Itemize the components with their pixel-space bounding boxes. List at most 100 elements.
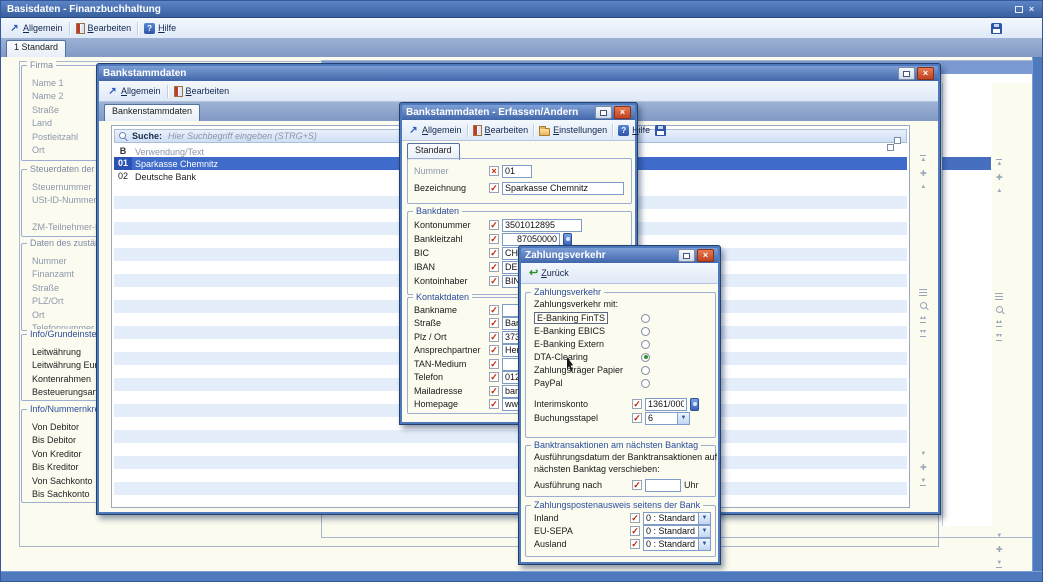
checkbox-active[interactable]	[489, 183, 499, 193]
save-icon[interactable]	[991, 23, 1002, 34]
field-label: Land	[32, 117, 102, 130]
chevron-down-icon[interactable]	[698, 526, 710, 537]
grid-sort-desc-icon[interactable]: ▾▾	[996, 333, 1002, 341]
menu-item-einstellungen[interactable]: Einstellungen	[537, 124, 609, 137]
close-icon[interactable]: ×	[697, 249, 714, 262]
checkbox-active[interactable]	[489, 276, 499, 286]
radio-e-banking-fints[interactable]	[641, 314, 650, 323]
menu-item-allgemein[interactable]: Allgemein	[7, 22, 65, 35]
field-label: Ort	[32, 309, 102, 322]
grid-sort-asc-icon[interactable]: ▴▴	[920, 315, 926, 323]
checkbox-active[interactable]	[489, 399, 499, 409]
scroll-marker-icon[interactable]: ✚	[996, 174, 1003, 181]
spinner-button[interactable]	[690, 398, 699, 411]
back-button[interactable]: Zurück	[527, 267, 571, 280]
checkbox-active[interactable]	[489, 248, 499, 258]
menu-item-bearbeiten[interactable]: Bearbeiten	[172, 85, 232, 98]
checkbox-active[interactable]	[489, 262, 499, 272]
checkbox-active[interactable]	[630, 539, 640, 549]
tab-standard[interactable]: 1 Standard	[6, 40, 66, 57]
checkbox-active[interactable]	[489, 220, 499, 230]
scroll-down-icon[interactable]: ▼	[996, 533, 1002, 539]
spinner-button[interactable]	[563, 233, 572, 246]
checkbox-active[interactable]	[632, 480, 642, 490]
radio-paypal[interactable]	[641, 379, 650, 388]
scroll-marker-icon[interactable]: ✚	[996, 546, 1003, 553]
ausfuehrung-nach-field[interactable]	[645, 479, 681, 492]
checkbox-active[interactable]	[630, 526, 640, 536]
chevron-down-icon[interactable]	[677, 413, 689, 424]
menu-item-hilfe[interactable]: Hilfe	[142, 22, 178, 35]
checkbox-active[interactable]	[489, 359, 499, 369]
radio-dta-clearing[interactable]	[641, 353, 650, 362]
option-label: Zahlungsträger Papier	[534, 365, 623, 375]
record-nav-top[interactable]: ▲ ✚ ▲	[920, 155, 927, 190]
scroll-up-icon[interactable]: ▲	[996, 188, 1002, 194]
record-nav-bottom[interactable]: ▼ ✚ ▼	[920, 451, 927, 486]
scroll-to-top-icon[interactable]: ▲	[920, 155, 926, 163]
bankleitzahl-field[interactable]	[502, 233, 560, 246]
ausland-dropdown[interactable]: 0 : Standard	[643, 538, 711, 551]
menu-item-allgemein[interactable]: Allgemein	[105, 85, 163, 98]
radio-e-banking-extern[interactable]	[641, 340, 650, 349]
field-label: Finanzamt	[32, 268, 102, 281]
checkbox-active[interactable]	[632, 399, 642, 409]
chevron-down-icon[interactable]	[698, 539, 710, 550]
save-icon[interactable]	[655, 125, 666, 136]
scroll-to-bottom-icon[interactable]: ▼	[920, 478, 926, 486]
tab-bankenstammdaten[interactable]: Bankenstammdaten	[104, 104, 200, 121]
checkbox-active[interactable]	[489, 332, 499, 342]
checkbox-active[interactable]	[489, 234, 499, 244]
field-label: Telefon	[414, 372, 486, 382]
scroll-to-top-icon[interactable]: ▲	[996, 159, 1002, 167]
close-icon[interactable]: ×	[1025, 4, 1038, 15]
menu-item-bearbeiten[interactable]: Bearbeiten	[74, 22, 134, 35]
restore-icon[interactable]	[898, 67, 915, 80]
scroll-down-icon[interactable]: ▼	[920, 451, 926, 457]
grid-menu-icon[interactable]	[995, 293, 1003, 300]
buchungsstapel-dropdown[interactable]: 6	[645, 412, 690, 425]
field-label: Leitwährung Euro ab	[32, 359, 102, 372]
checkbox-active[interactable]	[632, 413, 642, 423]
menu-item-hilfe[interactable]: Hilfe	[616, 124, 652, 137]
close-icon[interactable]: ×	[614, 106, 631, 119]
checkbox-active[interactable]	[489, 345, 499, 355]
checkbox-active[interactable]	[489, 372, 499, 382]
checkbox-active[interactable]	[489, 305, 499, 315]
field-label: BIC	[414, 248, 486, 258]
checkbox-locked[interactable]	[489, 166, 499, 176]
group-title: Bankdaten	[413, 206, 462, 217]
nummer-field[interactable]	[502, 165, 532, 178]
column-header-verwendung[interactable]: Verwendung/Text	[132, 147, 204, 157]
close-icon[interactable]: ×	[917, 67, 934, 80]
restore-icon[interactable]	[595, 106, 612, 119]
checkbox-active[interactable]	[630, 513, 640, 523]
grid-menu-icon[interactable]	[919, 289, 927, 296]
checkbox-active[interactable]	[489, 318, 499, 328]
restore-icon[interactable]	[1012, 4, 1025, 15]
record-nav-top[interactable]: ▲ ✚ ▲	[996, 159, 1003, 194]
menu-item-bearbeiten[interactable]: Bearbeiten	[471, 124, 531, 137]
restore-icon[interactable]	[678, 249, 695, 262]
window-title: Zahlungsverkehr	[525, 250, 676, 261]
chevron-down-icon[interactable]	[698, 513, 710, 524]
grid-search-icon[interactable]	[920, 302, 927, 309]
kontonummer-field[interactable]	[502, 219, 582, 232]
radio-e-banking-ebics[interactable]	[641, 327, 650, 336]
record-nav-bottom[interactable]: ▼ ✚ ▼	[996, 533, 1003, 568]
scroll-marker-icon[interactable]: ✚	[920, 464, 927, 471]
scroll-up-icon[interactable]: ▲	[920, 184, 926, 190]
inland-dropdown[interactable]: 0 : Standard	[643, 512, 711, 525]
eu-sepa-dropdown[interactable]: 0 : Standard	[643, 525, 711, 538]
checkbox-active[interactable]	[489, 386, 499, 396]
scroll-marker-icon[interactable]: ✚	[920, 170, 927, 177]
radio-zahlungstraeger-papier[interactable]	[641, 366, 650, 375]
grid-search-icon[interactable]	[996, 306, 1003, 313]
bezeichnung-field[interactable]	[502, 182, 624, 195]
menu-item-allgemein[interactable]: Allgemein	[406, 124, 464, 137]
grid-sort-desc-icon[interactable]: ▾▾	[920, 329, 926, 337]
field-label: Ausland	[534, 539, 627, 549]
grid-sort-asc-icon[interactable]: ▴▴	[996, 319, 1002, 327]
scroll-to-bottom-icon[interactable]: ▼	[996, 560, 1002, 568]
interimskonto-field[interactable]	[645, 398, 687, 411]
